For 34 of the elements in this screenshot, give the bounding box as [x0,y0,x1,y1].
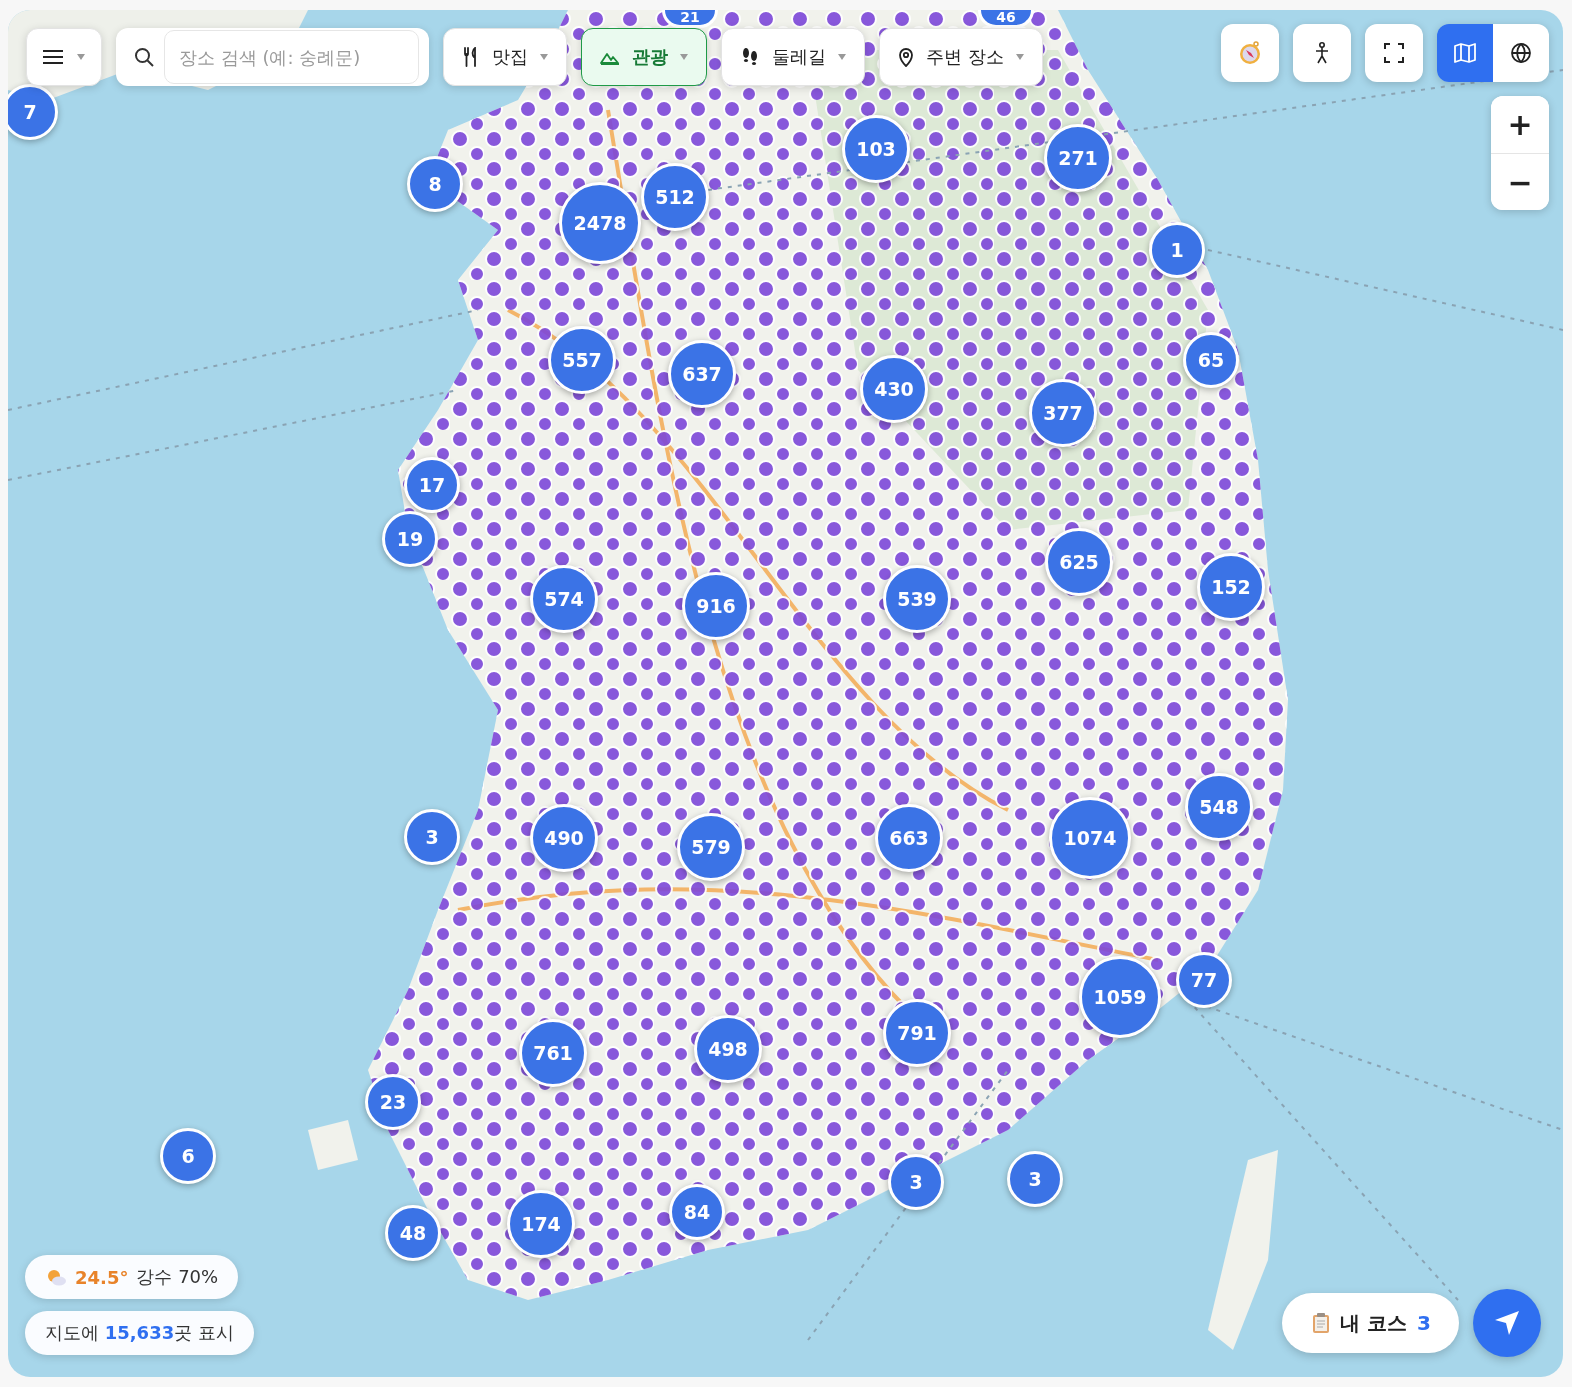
caret-icon [838,54,846,60]
place-count-text: 지도에 15,633곳 표시 [25,1311,254,1355]
menu-icon [43,50,63,64]
sun-cloud-icon [45,1267,67,1287]
caret-icon [540,54,548,60]
person-icon [1315,42,1329,64]
street-view-button[interactable] [1293,24,1351,82]
search-field[interactable]: 장소 검색 (예: 숭례문) [116,28,429,86]
zoom-out-button[interactable]: − [1491,153,1549,210]
zoom-in-button[interactable]: + [1491,96,1549,153]
navigation-arrow-icon [1493,1309,1521,1337]
category-tab[interactable]: 맛집 [443,28,567,86]
globe-icon [1510,42,1532,64]
precipitation-text: 강수 70% [136,1265,219,1289]
view-mode-button[interactable] [1493,24,1549,82]
category-tab[interactable]: 관광 [581,28,707,86]
fullscreen-button[interactable] [1365,24,1423,82]
category-tab[interactable]: 둘레길 [721,28,865,86]
cluster-marker[interactable]: 46 [978,10,1034,28]
map-icon [1454,43,1476,63]
menu-button[interactable] [26,28,102,86]
caret-icon [77,54,85,60]
clipboard-icon [1312,1312,1331,1334]
caret-icon [1015,54,1024,60]
category-tab[interactable]: 주변 장소 [879,28,1043,86]
search-icon [134,47,154,67]
location-pin-icon [898,47,914,67]
my-course-button[interactable]: 내 코스 3 [1282,1293,1459,1353]
caret-icon [680,54,688,60]
compass-icon [1238,40,1262,66]
fullscreen-icon [1384,43,1404,63]
temperature-text: 24.5° [75,1266,129,1288]
cluster-marker[interactable]: 21 [662,10,718,28]
footprints-icon [740,47,760,67]
